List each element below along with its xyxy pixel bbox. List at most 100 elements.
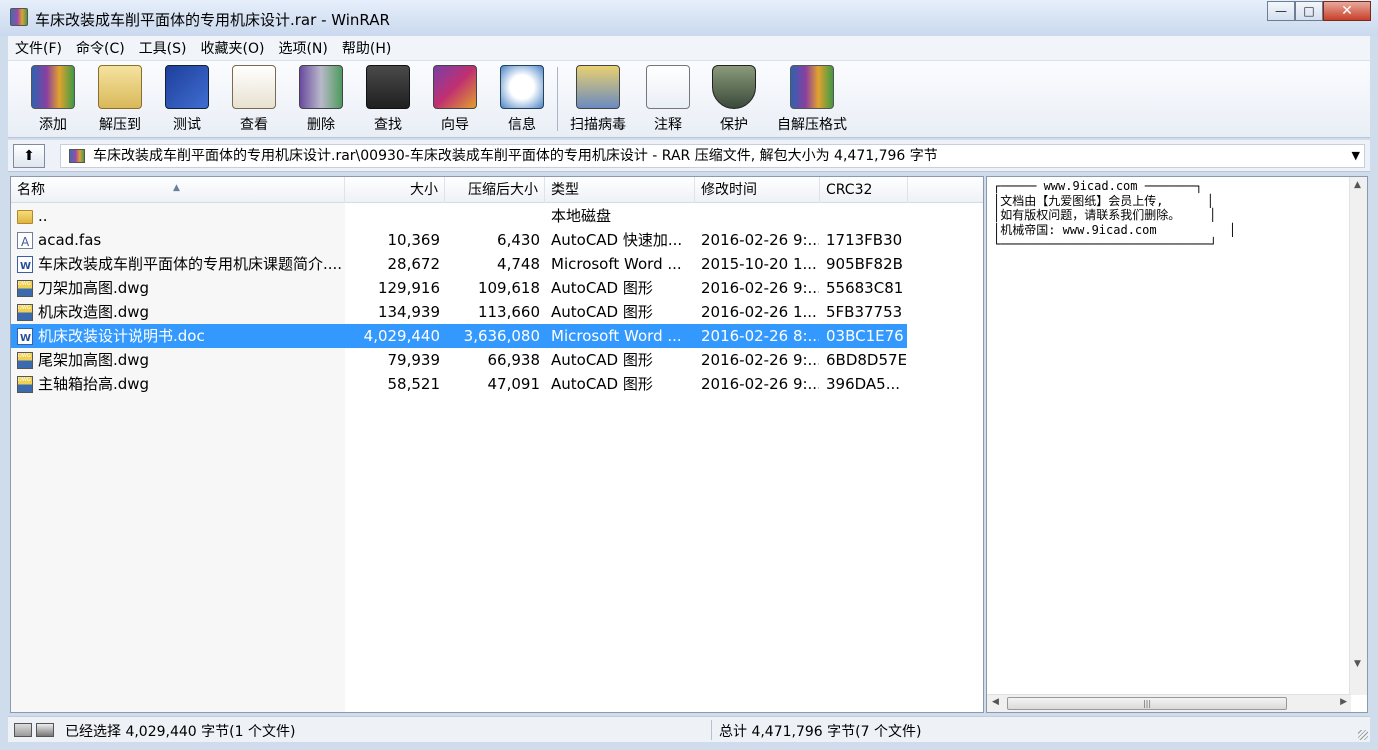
protect-icon	[712, 65, 756, 109]
archive-comment-panel[interactable]: ┌───── www.9icad.com ───────┐ │文档由【九爱图纸】…	[986, 176, 1368, 713]
file-packed-size: 47,091	[487, 375, 541, 393]
close-button[interactable]: ✕	[1323, 1, 1371, 21]
status-selected: 已经选择 4,029,440 字节(1 个文件)	[65, 724, 296, 740]
wizard-label: 向导	[441, 117, 469, 133]
scroll-right-icon[interactable]: ▶	[1340, 697, 1347, 707]
file-name: 主轴箱抬高.dwg	[38, 375, 150, 393]
column-header-size[interactable]: 大小	[345, 177, 445, 203]
extract-to-icon	[98, 65, 142, 109]
horizontal-scrollbar[interactable]: ◀ ||| ▶	[987, 694, 1351, 712]
table-row[interactable]: 车床改装成车削平面体的专用机床课题简介.... 28,672 4,748 Mic…	[11, 252, 907, 279]
wizard-icon	[433, 65, 477, 109]
file-name: 机床改造图.dwg	[38, 303, 150, 321]
file-crc: 396DA5...	[826, 375, 901, 393]
word-doc-icon	[17, 255, 33, 279]
sort-ascending-icon: ▲	[173, 183, 180, 193]
file-crc: 03BC1E76	[826, 327, 904, 345]
maximize-button[interactable]: □	[1295, 1, 1323, 21]
menu-file[interactable]: 文件(F)	[8, 38, 69, 58]
table-row[interactable]: .. 本地磁盘	[11, 204, 907, 228]
file-packed-size: 113,660	[477, 303, 540, 321]
sfx-label: 自解压格式	[777, 117, 847, 133]
table-row-selected[interactable]: 机床改装设计说明书.doc 4,029,440 3,636,080 Micros…	[11, 324, 907, 351]
file-type: AutoCAD 图形	[551, 303, 653, 321]
virus-scan-label: 扫描病毒	[570, 117, 626, 133]
sfx-button[interactable]: 自解压格式	[776, 65, 848, 135]
comment-icon	[646, 65, 690, 109]
menu-options[interactable]: 选项(N)	[271, 38, 334, 58]
status-divider	[711, 720, 712, 740]
extract-to-label: 解压到	[99, 117, 141, 133]
delete-icon	[299, 65, 343, 109]
add-button[interactable]: 添加	[18, 65, 88, 135]
protect-label: 保护	[720, 117, 748, 133]
menu-help[interactable]: 帮助(H)	[335, 38, 398, 58]
drive-key-icon[interactable]	[14, 723, 54, 737]
column-header: 名称 ▲ 大小 压缩后大小 类型 修改时间 CRC32	[11, 177, 983, 203]
column-header-type[interactable]: 类型	[545, 177, 695, 203]
file-size: 28,672	[387, 255, 441, 273]
view-label: 查看	[240, 117, 268, 133]
file-size: 129,916	[377, 279, 440, 297]
file-type: AutoCAD 图形	[551, 279, 653, 297]
find-button[interactable]: 查找	[353, 65, 423, 135]
menu-bar: 文件(F) 命令(C) 工具(S) 收藏夹(O) 选项(N) 帮助(H)	[8, 36, 1370, 60]
file-crc: 6BD8D57E	[826, 351, 906, 369]
column-header-crc[interactable]: CRC32	[820, 177, 908, 203]
menu-tools[interactable]: 工具(S)	[132, 38, 194, 58]
column-header-name[interactable]: 名称 ▲	[11, 177, 345, 203]
path-combobox[interactable]: 车床改装成车削平面体的专用机床设计.rar\00930-车床改装成车削平面体的专…	[60, 144, 1365, 168]
vertical-scrollbar[interactable]: ▲ ▼	[1349, 177, 1367, 695]
table-row[interactable]: 机床改造图.dwg 134,939 113,660 AutoCAD 图形 201…	[11, 296, 907, 324]
file-name: ..	[38, 207, 48, 225]
dwg-file-icon	[17, 344, 33, 369]
table-row[interactable]: 尾架加高图.dwg 79,939 66,938 AutoCAD 图形 2016-…	[11, 344, 907, 372]
file-packed-size: 109,618	[477, 279, 540, 297]
resize-grip-icon[interactable]	[1358, 730, 1368, 740]
delete-button[interactable]: 删除	[286, 65, 356, 135]
title-bar: 车床改装成车削平面体的专用机床设计.rar - WinRAR — □ ✕	[0, 0, 1378, 36]
address-bar: ⬆ 车床改装成车削平面体的专用机床设计.rar\00930-车床改装成车削平面体…	[8, 140, 1370, 172]
menu-favorites[interactable]: 收藏夹(O)	[194, 38, 272, 58]
comment-button[interactable]: 注释	[633, 65, 703, 135]
table-row[interactable]: 刀架加高图.dwg 129,916 109,618 AutoCAD 图形 201…	[11, 272, 907, 300]
find-icon	[366, 65, 410, 109]
view-icon	[232, 65, 276, 109]
file-list[interactable]: 名称▲ 大小 压缩后大小 类型 修改时间 CRC32 .. 本地磁盘 acad.…	[10, 176, 984, 713]
info-button[interactable]: 信息	[487, 65, 557, 135]
scroll-left-icon[interactable]: ◀	[992, 697, 999, 707]
file-type: 本地磁盘	[551, 207, 612, 225]
menu-commands[interactable]: 命令(C)	[69, 38, 132, 58]
column-header-modified[interactable]: 修改时间	[695, 177, 820, 203]
protect-button[interactable]: 保护	[699, 65, 769, 135]
status-total: 总计 4,471,796 字节(7 个文件)	[719, 724, 922, 740]
info-icon	[500, 65, 544, 109]
dwg-file-icon	[17, 296, 33, 321]
add-icon	[31, 65, 75, 109]
file-size: 10,369	[387, 231, 441, 249]
dwg-file-icon	[17, 368, 33, 393]
scroll-up-icon[interactable]: ▲	[1354, 180, 1361, 190]
minimize-button[interactable]: —	[1267, 1, 1295, 21]
winrar-app-icon[interactable]	[10, 8, 28, 26]
toolbar: 添加 解压到 测试 查看 删除 查找 向导 信息 扫描病毒 注释 保护 自解压格…	[8, 60, 1370, 138]
scroll-thumb[interactable]: |||	[1007, 697, 1287, 710]
toolbar-separator	[557, 67, 558, 131]
virus-scan-button[interactable]: 扫描病毒	[563, 65, 633, 135]
scroll-down-icon[interactable]: ▼	[1354, 659, 1361, 669]
table-row[interactable]: 主轴箱抬高.dwg 58,521 47,091 AutoCAD 图形 2016-…	[11, 368, 907, 396]
test-button[interactable]: 测试	[152, 65, 222, 135]
up-one-level-button[interactable]: ⬆	[13, 144, 45, 168]
add-label: 添加	[39, 117, 67, 133]
wizard-button[interactable]: 向导	[420, 65, 490, 135]
chevron-down-icon[interactable]: ▼	[1352, 145, 1360, 167]
dwg-file-icon	[17, 272, 33, 297]
table-row[interactable]: acad.fas 10,369 6,430 AutoCAD 快速加... 201…	[11, 228, 907, 254]
file-type: AutoCAD 图形	[551, 375, 653, 393]
extract-to-button[interactable]: 解压到	[85, 65, 155, 135]
word-doc-icon	[17, 327, 33, 351]
file-crc: 55683C81	[826, 279, 904, 297]
column-header-packed[interactable]: 压缩后大小	[445, 177, 545, 203]
view-button[interactable]: 查看	[219, 65, 289, 135]
file-modified: 2016-02-26 9:...	[701, 375, 819, 393]
